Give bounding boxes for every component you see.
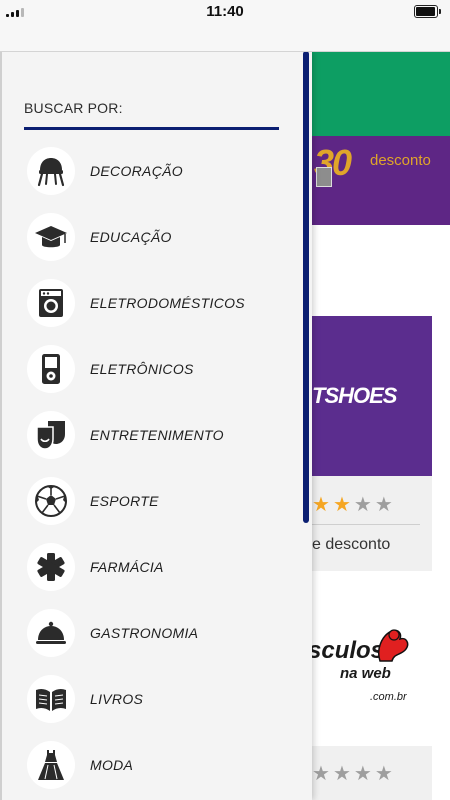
category-label: ENTRETENIMENTO: [90, 427, 224, 443]
category-label: ELETRODOMÉSTICOS: [90, 295, 245, 311]
category-item-eletronicos[interactable]: ELETRÔNICOS: [24, 341, 294, 399]
store-logo-domain: .com.br: [370, 691, 407, 703]
category-label: DECORAÇÃO: [90, 163, 183, 179]
drawer-scrollbar[interactable]: [303, 51, 309, 523]
status-bar: 11:40: [0, 0, 450, 22]
graduation-cap-icon: [27, 213, 75, 261]
promo-banner-green[interactable]: [300, 51, 450, 136]
category-item-entretenimento[interactable]: ENTRETENIMENTO: [24, 407, 294, 465]
category-label: EDUCAÇÃO: [90, 229, 172, 245]
drawer-edge: [0, 51, 2, 800]
category-item-livros[interactable]: LIVROS: [24, 671, 294, 729]
muscle-arm-icon: [378, 629, 409, 662]
category-item-educacao[interactable]: EDUCAÇÃO: [24, 209, 294, 267]
store-logo: sculos na web .com.br: [300, 581, 432, 746]
drawer-header: BUSCAR POR:: [24, 100, 123, 116]
store-logo: TSHOES: [300, 316, 432, 476]
promo-banner-purple[interactable]: 30 desconto: [300, 136, 450, 225]
battery-icon: [414, 5, 442, 18]
promo-product-image: [316, 167, 332, 187]
soccer-ball-icon: [27, 477, 75, 525]
category-item-eletrodomesticos[interactable]: ELETRODOMÉSTICOS: [24, 275, 294, 333]
header-divider: [24, 127, 279, 130]
category-label: MODA: [90, 757, 134, 773]
promo-word: desconto: [370, 152, 431, 169]
app-top-bar: [0, 22, 450, 52]
category-item-moda[interactable]: MODA: [24, 737, 294, 795]
store-rating: ★★★★: [312, 492, 396, 517]
category-drawer: BUSCAR POR: DECORAÇÃO EDUCAÇÃO ELETRODOM…: [0, 51, 312, 800]
star-empty-icon: ★: [353, 494, 375, 516]
status-time: 11:40: [206, 3, 244, 20]
star-empty-icon: ★: [332, 763, 354, 785]
category-label: ESPORTE: [90, 493, 159, 509]
category-item-gastronomia[interactable]: GASTRONOMIA: [24, 605, 294, 663]
cloche-icon: [27, 609, 75, 657]
star-filled-icon: ★: [332, 494, 354, 516]
dress-icon: [27, 741, 75, 789]
store-rating: ★★★★: [312, 761, 396, 786]
store-card[interactable]: sculos na web .com.br ★★★★: [300, 581, 432, 800]
washing-machine-icon: [27, 279, 75, 327]
chair-icon: [27, 147, 75, 195]
category-item-decoracao[interactable]: DECORAÇÃO: [24, 143, 294, 201]
card-divider: [312, 524, 420, 525]
category-item-esporte[interactable]: ESPORTE: [24, 473, 294, 531]
open-book-icon: [27, 675, 75, 723]
star-empty-icon: ★: [374, 494, 396, 516]
media-player-icon: [27, 345, 75, 393]
store-discount-text: e desconto: [312, 536, 391, 553]
category-label: FARMÁCIA: [90, 559, 164, 575]
category-label: LIVROS: [90, 691, 144, 707]
store-card[interactable]: TSHOES ★★★★ e desconto: [300, 316, 432, 571]
store-logo-text: TSHOES: [312, 383, 397, 408]
theater-masks-icon: [27, 411, 75, 459]
category-label: GASTRONOMIA: [90, 625, 199, 641]
star-empty-icon: ★: [353, 763, 375, 785]
medical-cross-icon: [27, 543, 75, 591]
category-label: ELETRÔNICOS: [90, 361, 194, 377]
category-item-farmacia[interactable]: FARMÁCIA: [24, 539, 294, 597]
star-empty-icon: ★: [312, 763, 333, 785]
star-empty-icon: ★: [374, 763, 396, 785]
star-filled-icon: ★: [312, 494, 333, 516]
